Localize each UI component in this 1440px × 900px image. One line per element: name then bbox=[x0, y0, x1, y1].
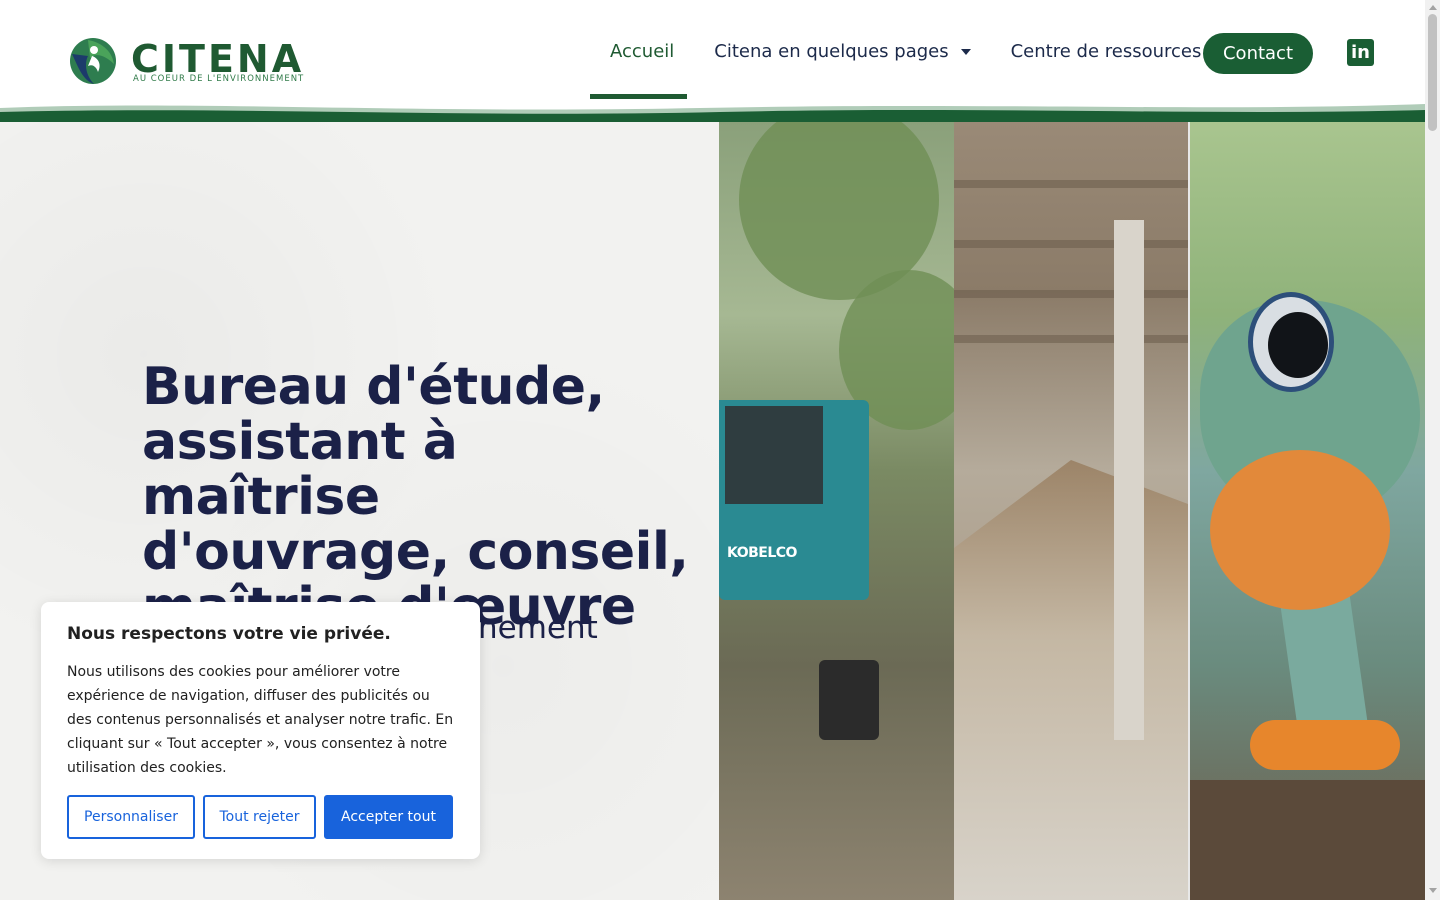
page-scrollbar[interactable] bbox=[1425, 0, 1440, 900]
nav-item-citena-pages[interactable]: Citena en quelques pages bbox=[694, 41, 990, 62]
roof-beam bbox=[954, 180, 1188, 188]
nav-item-label: Accueil bbox=[610, 40, 675, 62]
cookie-body: Nous utilisons des cookies pour améliore… bbox=[67, 664, 454, 776]
hero-subtitle-text: nement bbox=[478, 610, 598, 646]
logo-tagline: AU COEUR DE L'ENVIRONNEMENT bbox=[133, 74, 305, 84]
roof-beam bbox=[954, 290, 1188, 298]
cookie-accept-button[interactable]: Accepter tout bbox=[324, 795, 453, 839]
scroll-down-arrow-icon[interactable] bbox=[1429, 888, 1437, 893]
linkedin-icon[interactable]: in bbox=[1347, 39, 1374, 66]
site-logo[interactable]: CITENA AU COEUR DE L'ENVIRONNEMENT bbox=[68, 36, 318, 88]
main-nav: Accueil Citena en quelques pages Centre … bbox=[590, 36, 1243, 66]
roof-beam bbox=[954, 335, 1188, 343]
contact-button[interactable]: Contact bbox=[1203, 33, 1313, 74]
hero-title-line: Bureau d'étude, bbox=[142, 357, 605, 417]
chevron-down-icon bbox=[960, 49, 971, 55]
scrollbar-thumb[interactable] bbox=[1428, 14, 1437, 131]
cookie-consent-banner: Nous respectons votre vie privée. Nous u… bbox=[41, 602, 480, 859]
header-wave-divider bbox=[0, 104, 1425, 122]
frog-toes bbox=[1250, 720, 1400, 770]
hero-title-line: assistant à maîtrise bbox=[142, 412, 458, 527]
concrete-pillar bbox=[1114, 220, 1144, 740]
frog-pupil bbox=[1268, 312, 1328, 378]
log bbox=[1190, 780, 1425, 900]
waste-debris-photo bbox=[954, 120, 1188, 900]
hero-title-line: d'ouvrage, conseil, bbox=[142, 522, 689, 582]
cookie-reject-button[interactable]: Tout rejeter bbox=[203, 795, 316, 839]
frog-photo bbox=[1190, 120, 1425, 900]
excavator-brand-label: KOBELCO bbox=[727, 545, 797, 561]
excavator-track bbox=[819, 660, 879, 740]
hero-subtitle: nement bbox=[478, 610, 598, 646]
excavator-cab bbox=[719, 400, 829, 510]
nav-item-accueil[interactable]: Accueil bbox=[590, 41, 694, 62]
cookie-title: Nous respectons votre vie privée. bbox=[67, 624, 391, 644]
excavator-photo: KOBELCO bbox=[719, 120, 954, 900]
frog-belly bbox=[1210, 450, 1390, 610]
logo-leaf-globe-icon bbox=[70, 38, 116, 84]
debris-pile bbox=[954, 460, 1188, 900]
nav-item-label: Citena en quelques pages bbox=[714, 40, 949, 62]
cookie-customize-button[interactable]: Personnaliser bbox=[67, 795, 195, 839]
hero-title: Bureau d'étude, assistant à maîtrise d'o… bbox=[142, 360, 702, 635]
nav-item-label: Centre de ressources bbox=[1010, 40, 1202, 62]
roof-beam bbox=[954, 240, 1188, 248]
scroll-up-arrow-icon[interactable] bbox=[1429, 5, 1437, 10]
